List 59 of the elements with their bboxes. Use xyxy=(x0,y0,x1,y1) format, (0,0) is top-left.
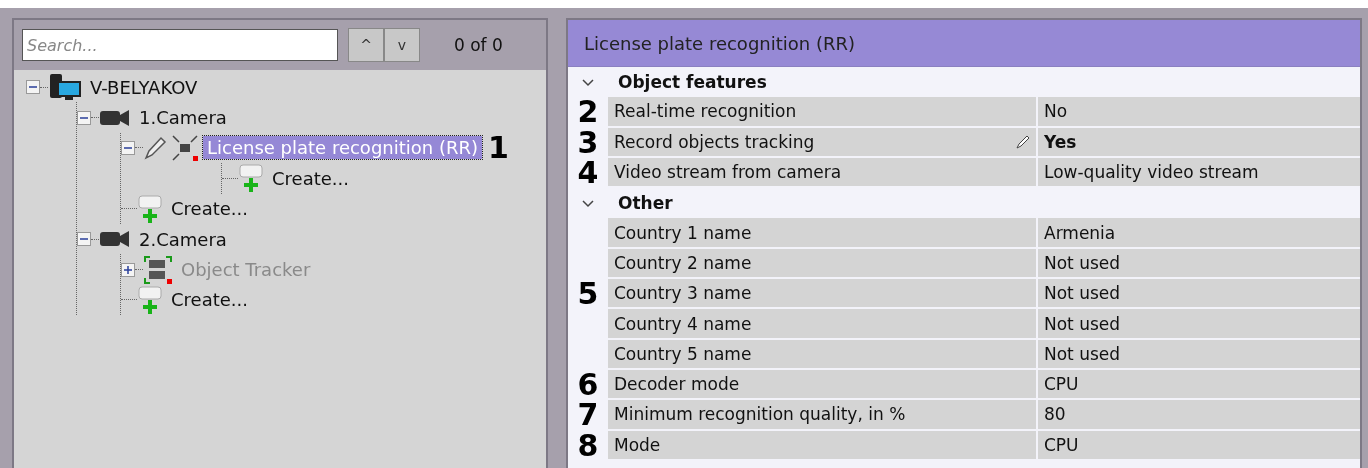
camera-icon xyxy=(99,107,131,128)
callout-number: 1 xyxy=(488,132,509,163)
match-counter: 0 of 0 xyxy=(454,35,503,55)
chevron-icon[interactable] xyxy=(582,197,594,210)
property-value[interactable]: Armenia xyxy=(1038,218,1360,249)
detector-icon xyxy=(171,133,199,162)
tree-item[interactable]: Create... xyxy=(167,197,252,221)
property-value[interactable]: Low-quality video stream xyxy=(1038,157,1360,189)
property-value[interactable]: 80 xyxy=(1038,400,1360,431)
property-name: Country 5 name xyxy=(608,339,1038,370)
property-name: Country 4 name xyxy=(608,309,1038,340)
property-value[interactable]: Not used xyxy=(1038,309,1360,340)
collapse-icon[interactable] xyxy=(77,232,91,247)
next-button[interactable]: v xyxy=(384,28,420,62)
property-name: Country 3 name xyxy=(608,279,1038,310)
collapse-icon[interactable] xyxy=(121,140,135,155)
pencil-icon xyxy=(1016,134,1030,149)
tree-item[interactable]: Create... xyxy=(268,166,353,190)
pencil-icon xyxy=(143,134,167,161)
computer-icon xyxy=(48,72,82,103)
property-value[interactable]: No xyxy=(1038,97,1360,128)
callout-number: 5 xyxy=(577,279,599,310)
category-heading: Other xyxy=(617,192,674,216)
collapse-icon[interactable] xyxy=(26,80,40,95)
camera-icon xyxy=(99,229,131,250)
previous-button[interactable]: ^ xyxy=(348,28,384,62)
tree-item[interactable]: Create... xyxy=(167,288,252,312)
chevron-icon[interactable] xyxy=(582,76,594,89)
property-name: Record objects tracking xyxy=(608,127,1038,158)
tree-item[interactable]: V-BELYAKOV xyxy=(86,75,202,99)
property-name: Decoder mode xyxy=(608,369,1038,401)
property-value[interactable]: Not used xyxy=(1038,279,1360,310)
property-name: Country 1 name xyxy=(608,218,1038,249)
create-icon xyxy=(137,193,163,224)
callout-number: 4 xyxy=(577,158,599,189)
callout-number: 8 xyxy=(577,430,599,461)
tree-item[interactable]: 2.Camera xyxy=(135,227,231,251)
property-name: Minimum recognition quality, in % xyxy=(608,400,1038,431)
property-value[interactable]: CPU xyxy=(1038,430,1360,461)
panel-title: License plate recognition (RR) xyxy=(568,20,1360,67)
collapse-icon[interactable] xyxy=(77,110,91,125)
property-value[interactable]: Not used xyxy=(1038,339,1360,370)
tree-item[interactable]: 1.Camera xyxy=(135,106,231,130)
search-field[interactable]: Search... xyxy=(22,29,338,61)
callout-number: 7 xyxy=(577,400,599,431)
property-name: Country 2 name xyxy=(608,248,1038,280)
property-value[interactable]: Yes xyxy=(1038,127,1360,158)
callout-number: 2 xyxy=(577,97,599,128)
create-icon xyxy=(238,163,264,194)
property-name: Mode xyxy=(608,430,1038,461)
create-icon xyxy=(137,284,163,315)
category-heading: Object features xyxy=(617,71,768,95)
property-value[interactable]: Not used xyxy=(1038,248,1360,280)
property-value[interactable]: CPU xyxy=(1038,369,1360,401)
property-name: Video stream from camera xyxy=(608,157,1038,189)
callout-number: 6 xyxy=(577,370,599,401)
property-name: Real-time recognition xyxy=(608,97,1038,128)
callout-number: 3 xyxy=(577,127,599,158)
tracker-icon xyxy=(143,254,173,285)
